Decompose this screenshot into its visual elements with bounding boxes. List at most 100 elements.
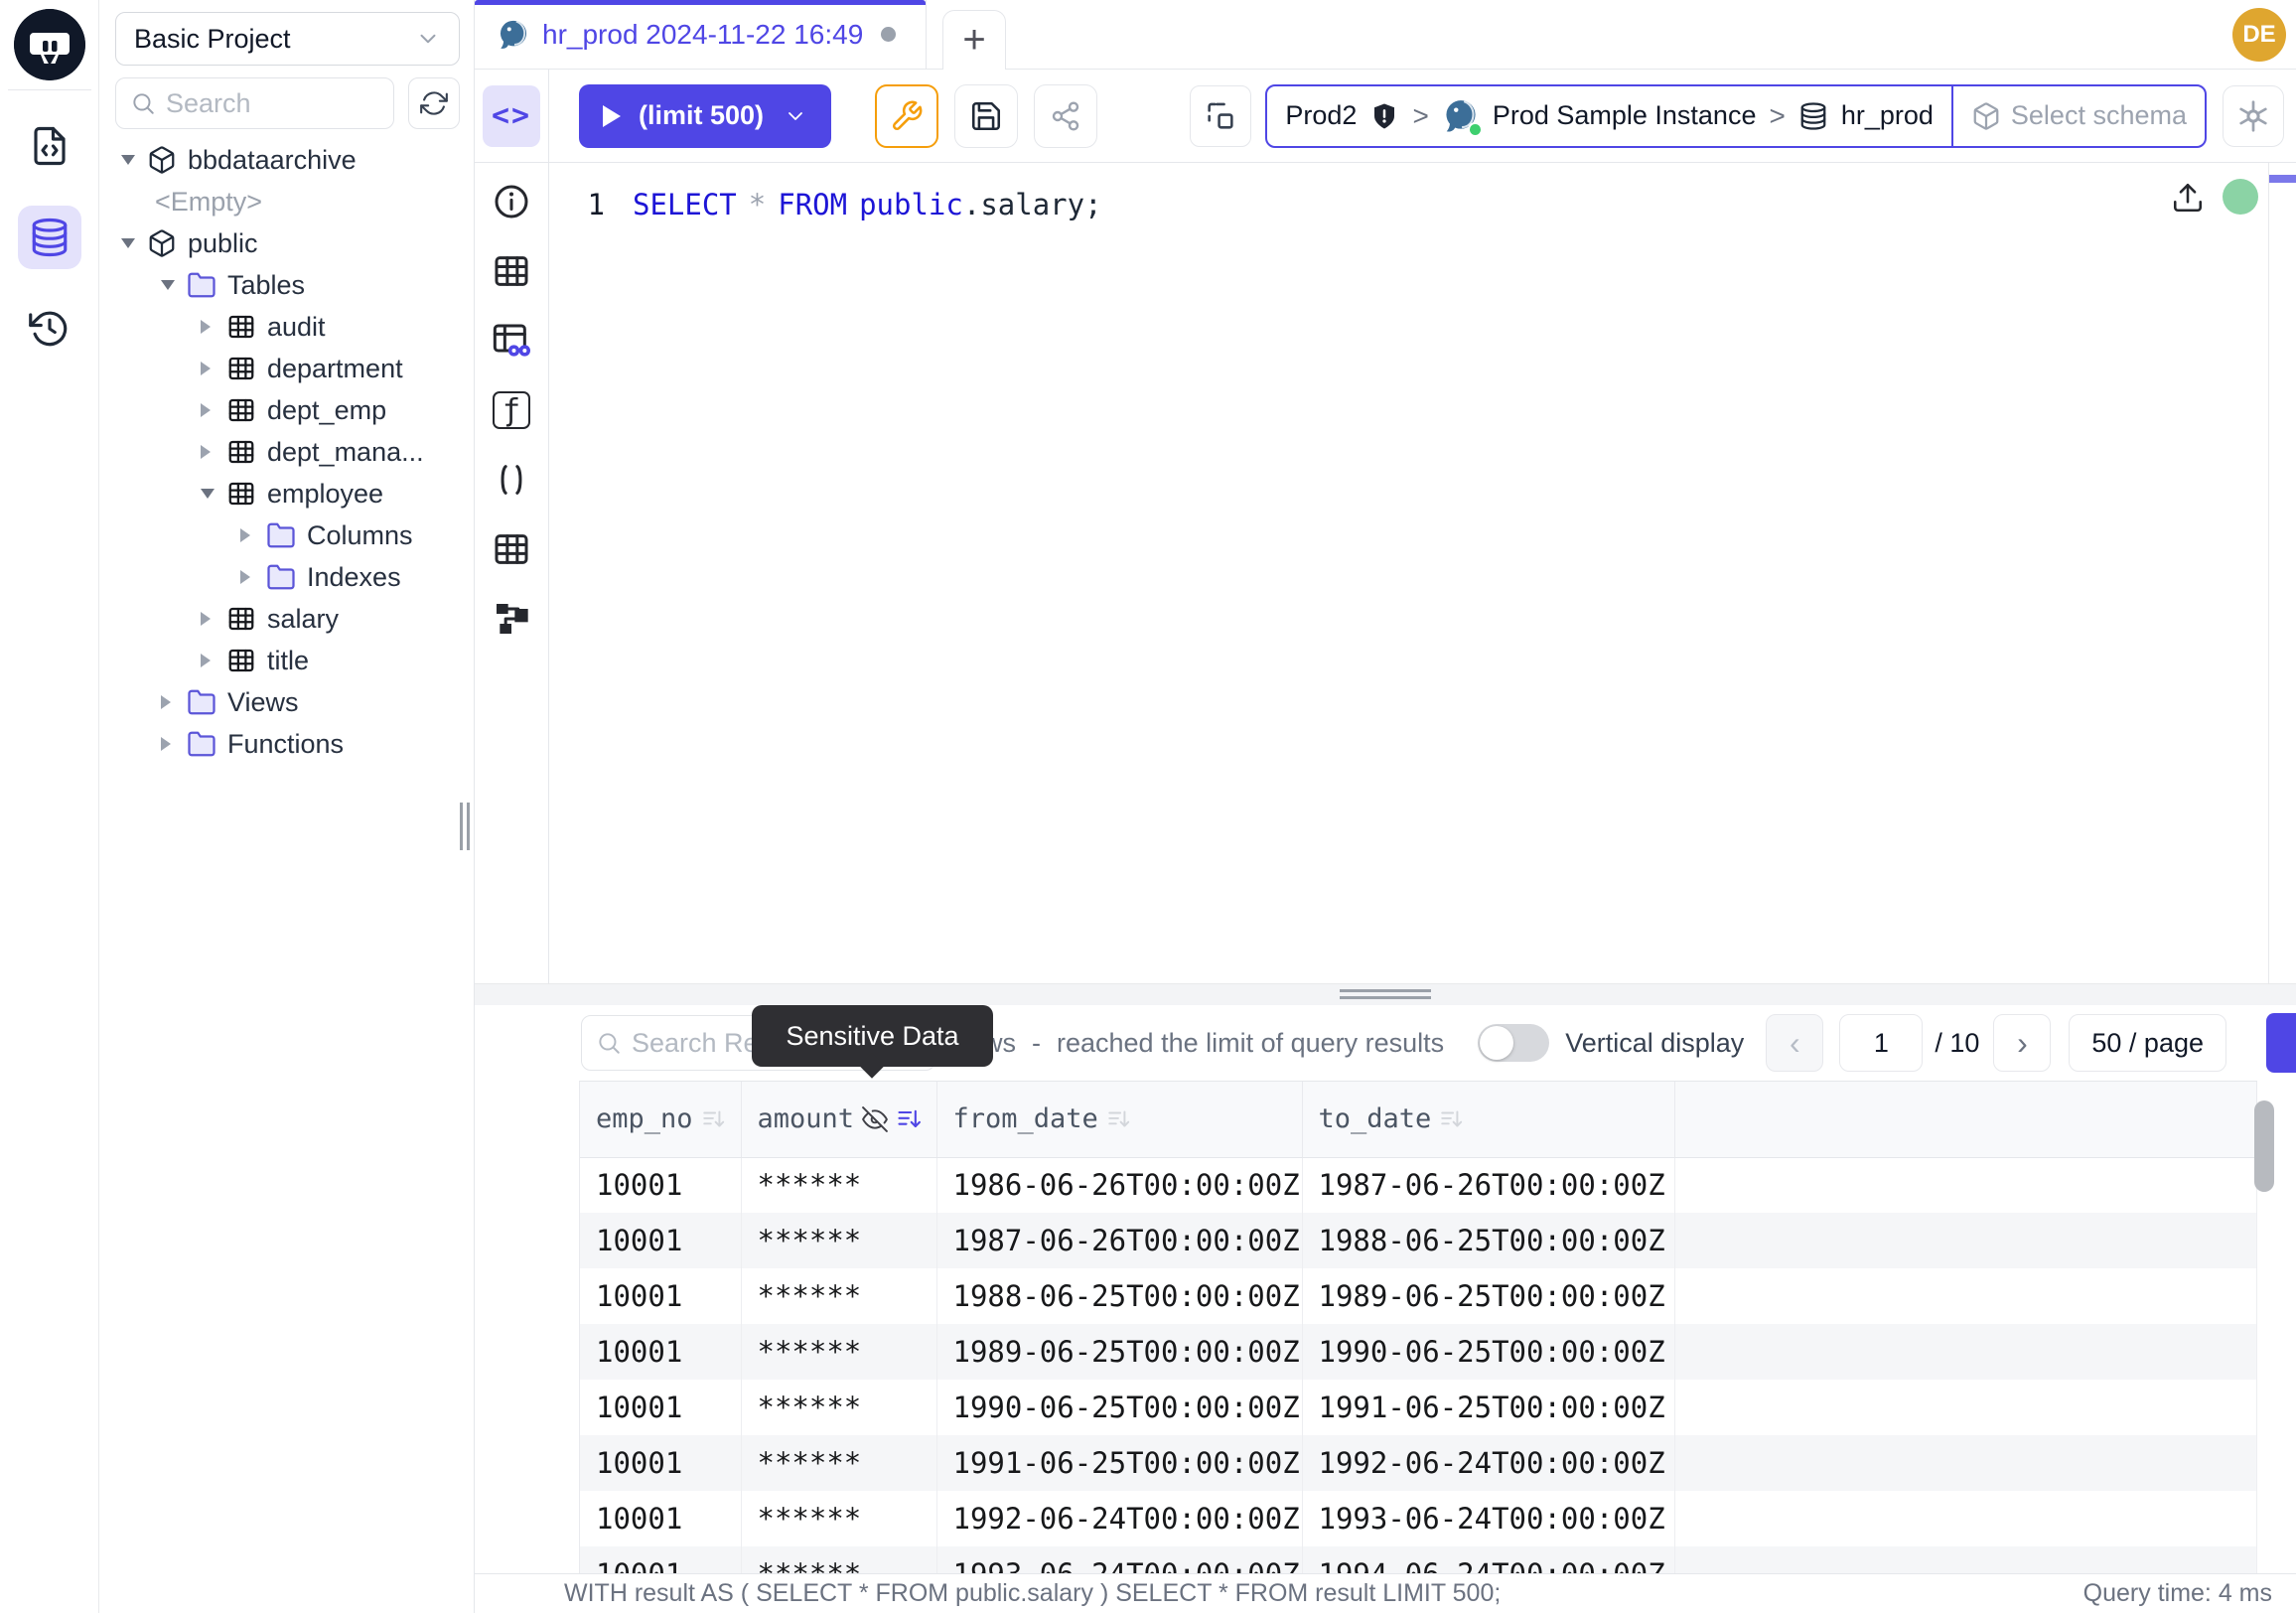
cell-from-date[interactable]: 1986-06-26T00:00:00Z bbox=[936, 1157, 1302, 1213]
tree-item[interactable]: Functions bbox=[99, 723, 474, 765]
cell-amount-masked[interactable]: ****** bbox=[741, 1268, 936, 1324]
refresh-schema-button[interactable] bbox=[408, 77, 460, 129]
parentheses-icon[interactable] bbox=[489, 457, 534, 503]
rail-worksheet-button[interactable] bbox=[18, 114, 81, 178]
sidebar-resize-handle[interactable] bbox=[460, 803, 474, 850]
column-header-to-date[interactable]: to_date bbox=[1302, 1082, 1674, 1157]
cell-from-date[interactable]: 1991-06-25T00:00:00Z bbox=[936, 1435, 1302, 1491]
cell-amount-masked[interactable]: ****** bbox=[741, 1380, 936, 1435]
next-page-button[interactable]: › bbox=[1993, 1014, 2051, 1072]
schema-select[interactable]: Select schema bbox=[1953, 86, 2205, 146]
table-row[interactable]: 10001 ****** 1990-06-25T00:00:00Z 1991-0… bbox=[580, 1380, 2257, 1435]
tree-item[interactable]: <Empty> bbox=[99, 181, 474, 222]
cell-emp-no[interactable]: 10001 bbox=[580, 1435, 741, 1491]
cell-to-date[interactable]: 1988-06-25T00:00:00Z bbox=[1302, 1213, 1674, 1268]
tree-item[interactable]: Views bbox=[99, 681, 474, 723]
save-sheet-button[interactable] bbox=[954, 84, 1018, 148]
table-row[interactable]: 10001 ****** 1988-06-25T00:00:00Z 1989-0… bbox=[580, 1268, 2257, 1324]
cell-to-date[interactable]: 1987-06-26T00:00:00Z bbox=[1302, 1157, 1674, 1213]
sidebar-search-input[interactable] bbox=[166, 88, 379, 119]
cell-amount-masked[interactable]: ****** bbox=[741, 1213, 936, 1268]
sort-icon[interactable] bbox=[896, 1105, 924, 1133]
cell-emp-no[interactable]: 10001 bbox=[580, 1380, 741, 1435]
cell-from-date[interactable]: 1990-06-25T00:00:00Z bbox=[936, 1380, 1302, 1435]
table-row[interactable]: 10001 ****** 1992-06-24T00:00:00Z 1993-0… bbox=[580, 1491, 2257, 1546]
table-row[interactable]: 10001 ****** 1987-06-26T00:00:00Z 1988-0… bbox=[580, 1213, 2257, 1268]
table-panel-icon[interactable] bbox=[489, 526, 534, 572]
tree-item[interactable]: Indexes bbox=[99, 556, 474, 598]
info-icon[interactable] bbox=[489, 179, 534, 224]
sort-icon[interactable] bbox=[1106, 1106, 1132, 1132]
avatar[interactable]: DE bbox=[2232, 8, 2286, 62]
format-sql-button[interactable] bbox=[875, 84, 938, 148]
editor-scrollbar[interactable] bbox=[2268, 163, 2296, 983]
tree-item[interactable]: public bbox=[99, 222, 474, 264]
function-icon[interactable]: ƒ bbox=[489, 387, 534, 433]
table-row[interactable]: 10001 ****** 1986-06-26T00:00:00Z 1987-0… bbox=[580, 1157, 2257, 1213]
cell-emp-no[interactable]: 10001 bbox=[580, 1491, 741, 1546]
cell-to-date[interactable]: 1989-06-25T00:00:00Z bbox=[1302, 1268, 1674, 1324]
share-button[interactable] bbox=[1034, 84, 1097, 148]
vertical-display-toggle[interactable] bbox=[1478, 1024, 1549, 1062]
cell-from-date[interactable]: 1992-06-24T00:00:00Z bbox=[936, 1491, 1302, 1546]
connection-context[interactable]: Prod2 > Prod Sample Instance > hr_prod bbox=[1267, 86, 1951, 146]
cell-amount-masked[interactable]: ****** bbox=[741, 1435, 936, 1491]
sql-editor[interactable]: 1 SELECT * FROM public . salary; bbox=[549, 163, 2296, 983]
tree-item[interactable]: dept_mana... bbox=[99, 431, 474, 473]
tree-item[interactable]: salary bbox=[99, 598, 474, 640]
cell-amount-masked[interactable]: ****** bbox=[741, 1546, 936, 1573]
schema-diagram-icon[interactable] bbox=[489, 596, 534, 642]
eye-off-icon[interactable] bbox=[862, 1106, 888, 1132]
masked-table-icon[interactable] bbox=[489, 318, 534, 364]
new-tab-button[interactable]: + bbox=[942, 10, 1006, 70]
upload-icon[interactable] bbox=[2171, 181, 2205, 215]
table-panel-icon[interactable] bbox=[489, 248, 534, 294]
cell-to-date[interactable]: 1993-06-24T00:00:00Z bbox=[1302, 1491, 1674, 1546]
worksheet-tab[interactable]: hr_prod 2024-11-22 16:49 bbox=[475, 0, 927, 69]
cell-emp-no[interactable]: 10001 bbox=[580, 1324, 741, 1380]
cell-to-date[interactable]: 1994-06-24T00:00:00Z bbox=[1302, 1546, 1674, 1573]
code-panel-toggle[interactable]: <> bbox=[483, 85, 540, 147]
page-size-select[interactable]: 50 / page bbox=[2069, 1014, 2226, 1072]
tree-item[interactable]: title bbox=[99, 640, 474, 681]
prev-page-button[interactable]: ‹ bbox=[1766, 1014, 1823, 1072]
layout-button[interactable] bbox=[1190, 85, 1251, 147]
cell-to-date[interactable]: 1990-06-25T00:00:00Z bbox=[1302, 1324, 1674, 1380]
tree-item[interactable]: department bbox=[99, 348, 474, 389]
tree-item[interactable]: bbdataarchive bbox=[99, 139, 474, 181]
sidebar-search[interactable] bbox=[115, 77, 394, 129]
current-page-input[interactable]: 1 bbox=[1839, 1014, 1923, 1072]
tree-item[interactable]: audit bbox=[99, 306, 474, 348]
cell-emp-no[interactable]: 10001 bbox=[580, 1213, 741, 1268]
cell-from-date[interactable]: 1989-06-25T00:00:00Z bbox=[936, 1324, 1302, 1380]
cell-emp-no[interactable]: 10001 bbox=[580, 1268, 741, 1324]
tree-item[interactable]: Columns bbox=[99, 514, 474, 556]
table-row[interactable]: 10001 ****** 1991-06-25T00:00:00Z 1992-0… bbox=[580, 1435, 2257, 1491]
cell-amount-masked[interactable]: ****** bbox=[741, 1324, 936, 1380]
table-row[interactable]: 10001 ****** 1989-06-25T00:00:00Z 1990-0… bbox=[580, 1324, 2257, 1380]
export-button[interactable] bbox=[2266, 1013, 2296, 1073]
sort-icon[interactable] bbox=[1439, 1106, 1465, 1132]
rail-history-button[interactable] bbox=[18, 297, 81, 361]
tree-item[interactable]: dept_emp bbox=[99, 389, 474, 431]
cell-to-date[interactable]: 1992-06-24T00:00:00Z bbox=[1302, 1435, 1674, 1491]
project-select[interactable]: Basic Project bbox=[115, 12, 460, 66]
cell-amount-masked[interactable]: ****** bbox=[741, 1491, 936, 1546]
bytebase-logo[interactable] bbox=[14, 9, 85, 80]
cell-emp-no[interactable]: 10001 bbox=[580, 1546, 741, 1573]
run-query-button[interactable]: (limit 500) bbox=[579, 84, 831, 148]
cell-emp-no[interactable]: 10001 bbox=[580, 1157, 741, 1213]
ai-assistant-button[interactable] bbox=[2223, 85, 2284, 147]
column-header-from-date[interactable]: from_date bbox=[936, 1082, 1302, 1157]
cell-amount-masked[interactable]: ****** bbox=[741, 1157, 936, 1213]
tree-item[interactable]: employee bbox=[99, 473, 474, 514]
table-row[interactable]: 10001 ****** 1993-06-24T00:00:00Z 1994-0… bbox=[580, 1546, 2257, 1573]
column-header-emp-no[interactable]: emp_no bbox=[580, 1082, 741, 1157]
column-header-amount[interactable]: amount bbox=[741, 1082, 936, 1157]
cell-to-date[interactable]: 1991-06-25T00:00:00Z bbox=[1302, 1380, 1674, 1435]
results-scrollbar-thumb[interactable] bbox=[2254, 1100, 2274, 1192]
cell-from-date[interactable]: 1993-06-24T00:00:00Z bbox=[936, 1546, 1302, 1573]
rail-database-button[interactable] bbox=[18, 206, 81, 269]
tree-item[interactable]: Tables bbox=[99, 264, 474, 306]
sort-icon[interactable] bbox=[701, 1106, 727, 1132]
